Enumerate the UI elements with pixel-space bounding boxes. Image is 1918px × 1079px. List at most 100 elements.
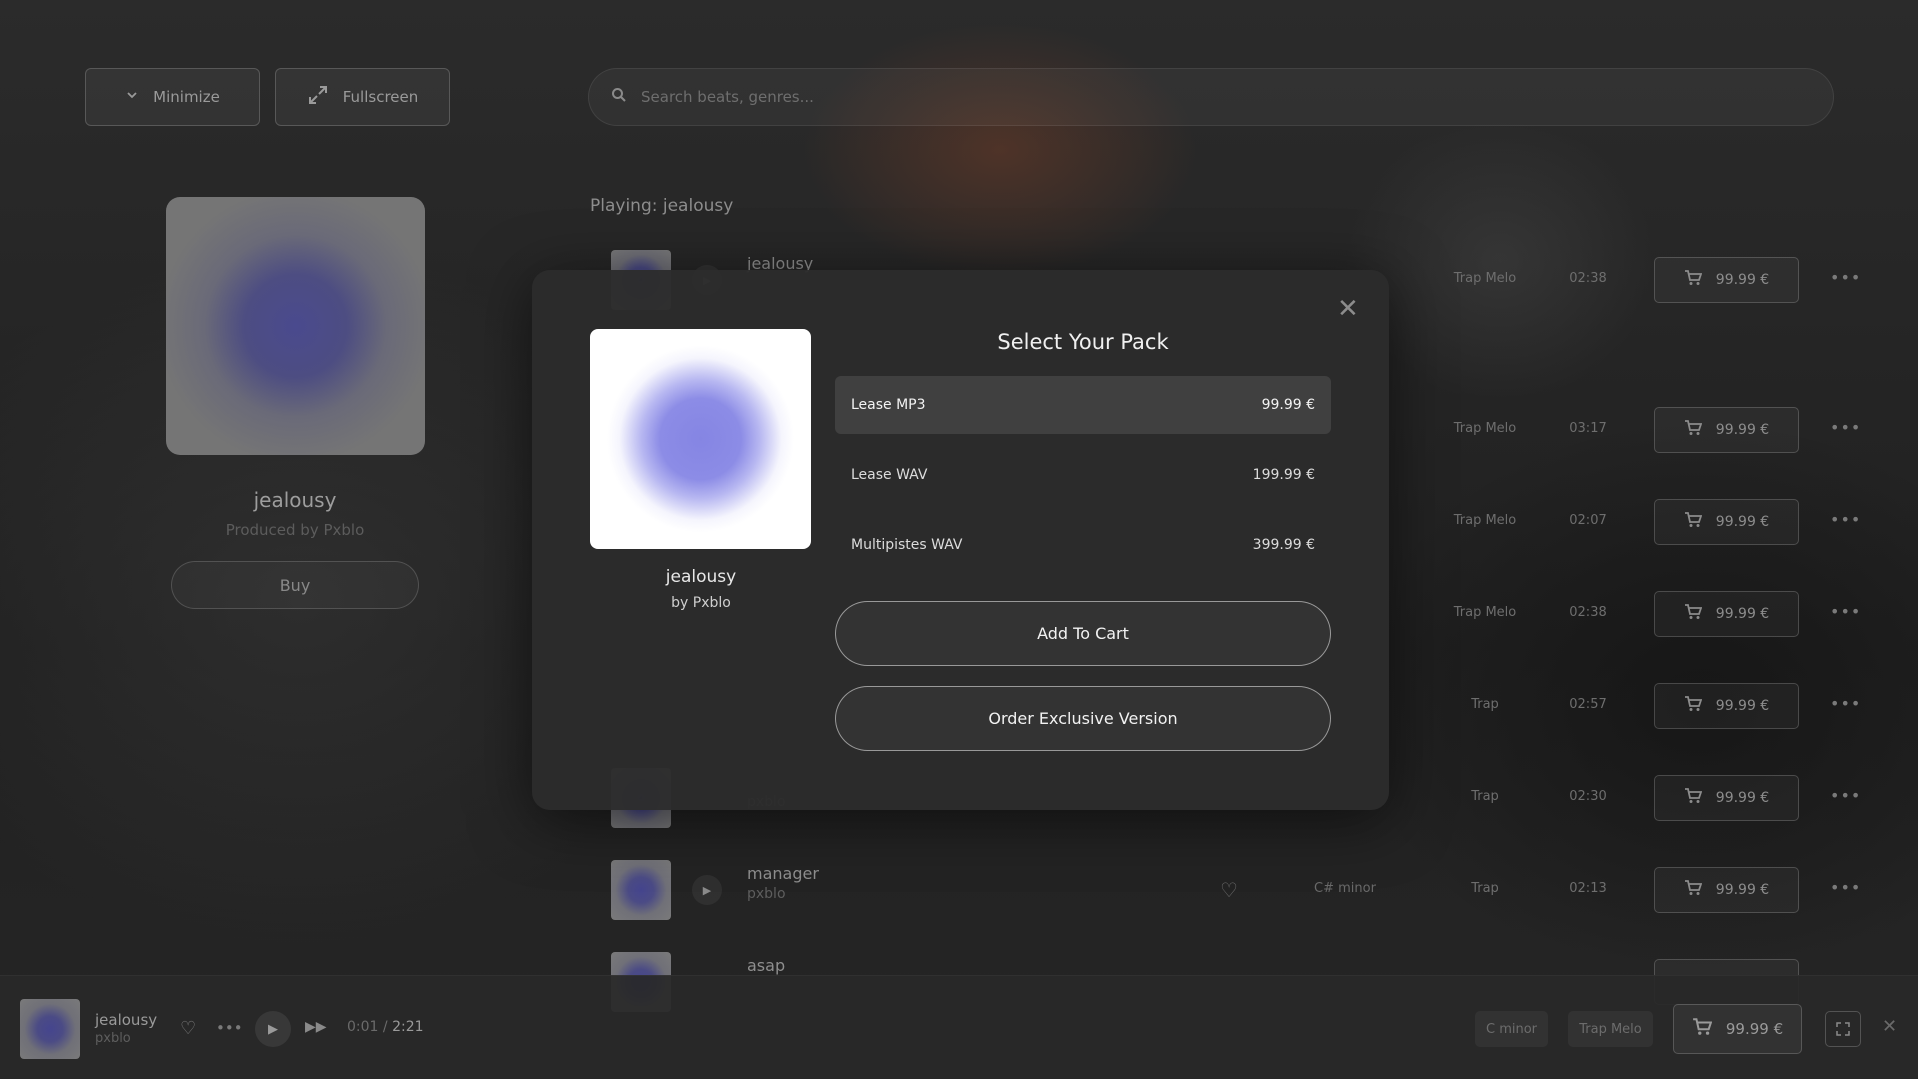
track-genre: Trap: [1471, 881, 1499, 896]
pack-name: Lease MP3: [851, 397, 926, 413]
chevron-down-icon: [125, 88, 139, 106]
more-horizontal-icon[interactable]: •••: [1830, 694, 1861, 713]
modal-beat-producer: by Pxblo: [671, 595, 731, 611]
price-label: 99.99 €: [1715, 422, 1770, 438]
time-separator: /: [378, 1019, 393, 1035]
price-label: 99.99 €: [1725, 1020, 1784, 1038]
player-thumbnail: [20, 999, 80, 1059]
cart-icon: [1684, 788, 1703, 808]
track-duration: 02:30: [1569, 789, 1607, 804]
cart-icon: [1684, 696, 1703, 716]
more-horizontal-icon[interactable]: •••: [1830, 268, 1861, 287]
add-to-cart-button[interactable]: Add To Cart: [835, 601, 1331, 666]
key-chip: C minor: [1475, 1011, 1548, 1047]
track-row[interactable]: ▶ manager pxblo ♡ C# minor Trap 02:13 99…: [590, 860, 1860, 924]
pack-option-lease-mp3[interactable]: Lease MP3 99.99 €: [835, 376, 1331, 434]
more-horizontal-icon[interactable]: •••: [216, 1019, 243, 1037]
price-label: 99.99 €: [1715, 272, 1770, 288]
expand-icon[interactable]: [1825, 1011, 1861, 1047]
more-horizontal-icon[interactable]: •••: [1830, 510, 1861, 529]
track-genre: Trap Melo: [1453, 605, 1517, 620]
fullscreen-button[interactable]: Fullscreen: [275, 68, 450, 126]
price-label: 99.99 €: [1715, 606, 1770, 622]
close-icon[interactable]: ✕: [1882, 1016, 1897, 1037]
track-price-button[interactable]: 99.99 €: [1654, 499, 1799, 545]
track-producer: pxblo: [747, 886, 786, 902]
track-genre: Trap Melo: [1453, 271, 1517, 286]
pack-option-multipistes-wav[interactable]: Multipistes WAV 399.99 €: [835, 516, 1331, 574]
track-price-button[interactable]: 99.99 €: [1654, 591, 1799, 637]
search-input[interactable]: [639, 87, 1543, 107]
track-name: manager: [747, 864, 819, 883]
track-duration: 02:38: [1569, 605, 1607, 620]
fast-forward-icon[interactable]: ▶▶: [305, 1019, 327, 1035]
more-horizontal-icon[interactable]: •••: [1830, 878, 1861, 897]
player-track-title: jealousy: [95, 1011, 158, 1029]
buy-button[interactable]: Buy: [171, 561, 419, 609]
pack-price: 199.99 €: [1252, 467, 1315, 483]
heart-icon[interactable]: ♡: [1220, 878, 1238, 902]
track-key: C# minor: [1314, 881, 1376, 896]
order-exclusive-button[interactable]: Order Exclusive Version: [835, 686, 1331, 751]
track-price-button[interactable]: 99.99 €: [1654, 257, 1799, 303]
album-cover: [166, 197, 425, 455]
select-pack-modal: ✕ jealousy by Pxblo Select Your Pack Lea…: [532, 270, 1389, 810]
cart-icon: [1684, 270, 1703, 290]
play-icon[interactable]: ▶: [255, 1011, 291, 1047]
beat-title: jealousy: [253, 488, 337, 512]
modal-beat-cover: [590, 329, 811, 549]
genre-chip: Trap Melo: [1568, 1011, 1653, 1047]
cart-icon: [1684, 420, 1703, 440]
modal-beat-title: jealousy: [665, 567, 737, 587]
now-playing-label: Playing: jealousy: [590, 196, 734, 216]
search-bar[interactable]: [588, 68, 1834, 126]
pack-name: Multipistes WAV: [851, 537, 963, 553]
expand-arrows-icon: [307, 84, 329, 110]
search-icon: [611, 87, 627, 107]
track-price-button[interactable]: 99.99 €: [1654, 867, 1799, 913]
track-price-button[interactable]: 99.99 €: [1654, 683, 1799, 729]
price-label: 99.99 €: [1715, 790, 1770, 806]
pack-price: 399.99 €: [1252, 537, 1315, 553]
fullscreen-label: Fullscreen: [342, 88, 419, 106]
track-name: asap: [747, 956, 786, 975]
minimize-label: Minimize: [153, 88, 220, 106]
pack-name: Lease WAV: [851, 467, 928, 483]
track-genre: Trap Melo: [1453, 513, 1517, 528]
track-duration: 02:57: [1569, 697, 1607, 712]
bottom-player: jealousy pxblo ♡ ••• ▶ ▶▶ 0:01 / 2:21 C …: [0, 975, 1918, 1079]
more-horizontal-icon[interactable]: •••: [1830, 418, 1861, 437]
track-duration: 02:13: [1569, 881, 1607, 896]
track-genre: Trap: [1471, 697, 1499, 712]
close-icon[interactable]: ✕: [1337, 296, 1359, 322]
play-icon[interactable]: ▶: [692, 875, 722, 905]
minimize-button[interactable]: Minimize: [85, 68, 260, 126]
pack-option-lease-wav[interactable]: Lease WAV 199.99 €: [835, 446, 1331, 504]
current-time: 0:01: [347, 1019, 379, 1035]
price-label: 99.99 €: [1715, 514, 1770, 530]
modal-heading: Select Your Pack: [997, 330, 1169, 354]
track-genre: Trap Melo: [1453, 421, 1517, 436]
cart-icon: [1684, 880, 1703, 900]
cart-icon: [1684, 604, 1703, 624]
beat-producer: Produced by Pxblo: [225, 521, 365, 539]
track-price-button[interactable]: 99.99 €: [1654, 407, 1799, 453]
track-price-button[interactable]: 99.99 €: [1654, 775, 1799, 821]
price-label: 99.99 €: [1715, 698, 1770, 714]
cart-icon: [1684, 512, 1703, 532]
track-duration: 02:07: [1569, 513, 1607, 528]
player-price-button[interactable]: 99.99 €: [1673, 1004, 1802, 1054]
player-artist: pxblo: [95, 1031, 131, 1046]
pack-price: 99.99 €: [1261, 397, 1315, 413]
cart-icon: [1692, 1018, 1713, 1040]
heart-icon[interactable]: ♡: [180, 1018, 196, 1039]
track-genre: Trap: [1471, 789, 1499, 804]
track-thumbnail: [611, 860, 671, 920]
playback-time: 0:01 / 2:21: [347, 1019, 424, 1035]
more-horizontal-icon[interactable]: •••: [1830, 786, 1861, 805]
more-horizontal-icon[interactable]: •••: [1830, 602, 1861, 621]
track-duration: 02:38: [1569, 271, 1607, 286]
price-label: 99.99 €: [1715, 882, 1770, 898]
total-time: 2:21: [392, 1019, 424, 1035]
track-duration: 03:17: [1569, 421, 1607, 436]
